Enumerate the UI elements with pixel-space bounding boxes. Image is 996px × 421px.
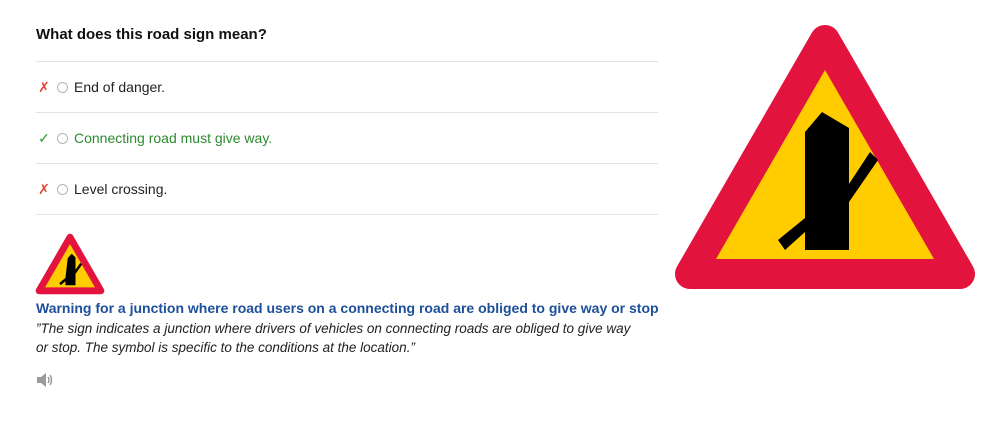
radio-button[interactable] — [57, 132, 68, 144]
wrong-mark-icon: ✗ — [38, 78, 50, 95]
speaker-icon[interactable] — [36, 372, 54, 388]
junction-warning-sign-icon — [675, 25, 975, 289]
explanation-text: ”The sign indicates a junction where dri… — [36, 321, 631, 355]
answer-label: End of danger. — [74, 79, 166, 95]
explanation-title: Warning for a junction where road users … — [36, 300, 659, 316]
radio-button[interactable] — [57, 81, 68, 93]
answer-label: Level crossing. — [74, 181, 168, 197]
answer-list: ✗ End of danger. ✓ Connecting road must … — [36, 61, 658, 215]
answer-option-2[interactable]: ✓ Connecting road must give way. — [36, 113, 658, 164]
question-text: What does this road sign mean? — [36, 26, 267, 43]
correct-mark-icon: ✓ — [38, 129, 50, 146]
answer-option-1[interactable]: ✗ End of danger. — [36, 62, 658, 113]
answer-label: Connecting road must give way. — [74, 130, 273, 146]
junction-warning-sign-small-icon — [35, 233, 105, 295]
wrong-mark-icon: ✗ — [38, 180, 50, 197]
answer-option-3[interactable]: ✗ Level crossing. — [36, 164, 658, 215]
radio-button[interactable] — [57, 183, 68, 195]
